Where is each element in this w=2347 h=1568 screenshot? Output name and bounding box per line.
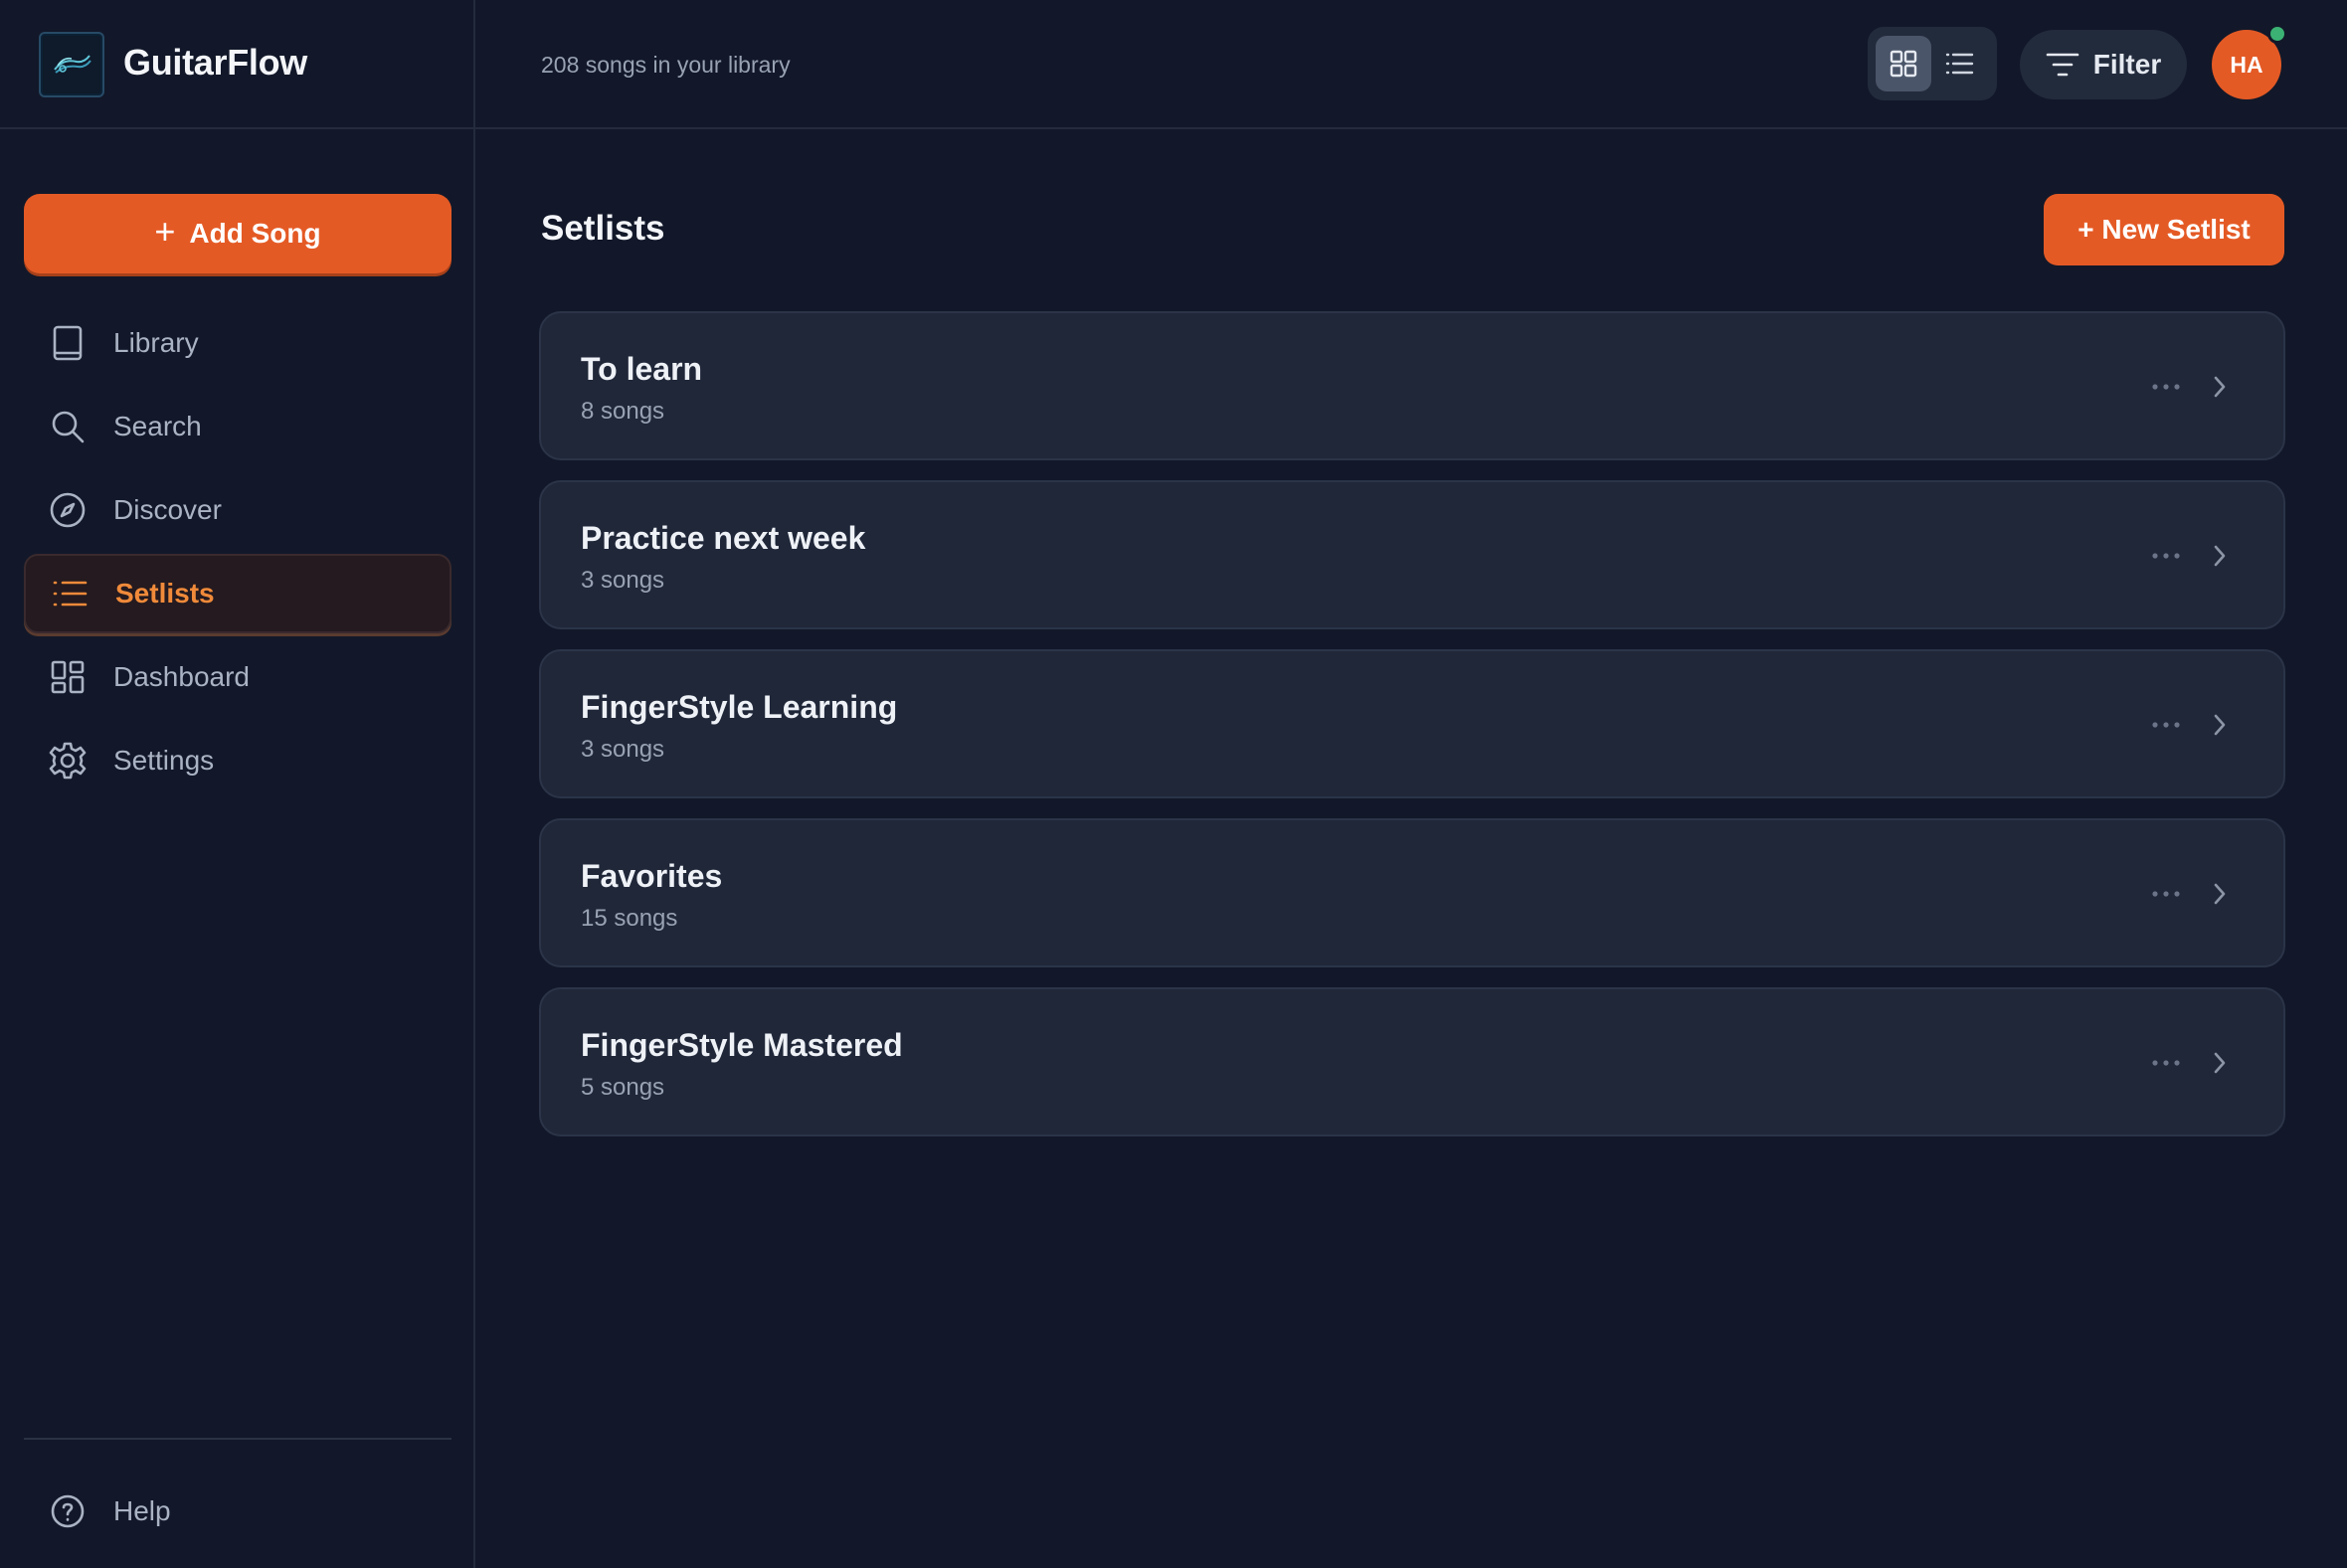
setlist-name: Practice next week: [581, 520, 866, 556]
chevron-right-icon[interactable]: [2202, 1045, 2238, 1081]
list-icon: [50, 574, 90, 613]
gear-icon: [48, 741, 88, 781]
book-icon: [48, 323, 88, 363]
sidebar-item-label: Dashboard: [113, 661, 250, 692]
setlist-name: FingerStyle Learning: [581, 689, 898, 725]
more-options-icon[interactable]: [2146, 880, 2186, 908]
setlist-name: FingerStyle Mastered: [581, 1027, 903, 1063]
setlist-song-count: 3 songs: [581, 567, 665, 594]
main-content: Setlists + New Setlist To learn 8 songs …: [475, 131, 2347, 1568]
sidebar-item-label: Search: [113, 411, 202, 441]
add-song-label: Add Song: [189, 218, 321, 249]
page-title: Setlists: [541, 209, 665, 248]
sidebar-item-label: Library: [113, 327, 199, 358]
sidebar-item-search[interactable]: Search: [24, 387, 451, 466]
help-label: Help: [113, 1495, 171, 1526]
compass-icon: [48, 490, 88, 530]
sidebar-item-label: Settings: [113, 745, 215, 776]
app-logo[interactable]: [39, 32, 104, 97]
more-options-icon[interactable]: [2146, 373, 2186, 401]
plus-icon: +: [154, 211, 176, 252]
filter-button[interactable]: Filter: [2020, 30, 2187, 99]
app-root: GuitarFlow + Add Song Library Search Dis…: [0, 0, 2347, 1568]
list-view-button[interactable]: [1931, 36, 1987, 91]
library-count: 208 songs in your library: [541, 52, 791, 78]
sidebar-item-library[interactable]: Library: [24, 303, 451, 383]
setlist-song-count: 3 songs: [581, 736, 665, 763]
setlist-song-count: 15 songs: [581, 905, 678, 932]
new-setlist-button[interactable]: + New Setlist: [2044, 194, 2284, 265]
setlist-song-count: 8 songs: [581, 398, 665, 425]
dashboard-icon: [48, 657, 88, 697]
sidebar-item-label: Discover: [113, 494, 222, 525]
more-options-icon[interactable]: [2146, 1049, 2186, 1077]
app-name: GuitarFlow: [123, 42, 307, 83]
setlist-song-count: 5 songs: [581, 1074, 665, 1101]
sidebar-item-label: Setlists: [115, 578, 215, 609]
sidebar: GuitarFlow + Add Song Library Search Dis…: [0, 0, 475, 1568]
sidebar-nav: Library Search Discover Setlists Dashboa…: [24, 303, 451, 804]
more-options-icon[interactable]: [2146, 711, 2186, 739]
online-status-dot: [2267, 24, 2287, 44]
setlist-name: To learn: [581, 351, 703, 387]
more-options-icon[interactable]: [2146, 542, 2186, 570]
setlist-name: Favorites: [581, 858, 723, 894]
chevron-right-icon[interactable]: [2202, 876, 2238, 912]
list-icon: [1945, 53, 1974, 75]
sidebar-item-settings[interactable]: Settings: [24, 721, 451, 800]
setlist-card[interactable]: FingerStyle Learning 3 songs: [539, 649, 2285, 798]
view-toggle: [1868, 27, 1997, 100]
sidebar-item-setlists[interactable]: Setlists: [24, 554, 451, 633]
filter-icon: [2046, 53, 2079, 77]
sidebar-divider: [24, 1438, 451, 1440]
sidebar-item-discover[interactable]: Discover: [24, 470, 451, 550]
add-song-button[interactable]: + Add Song: [24, 194, 451, 273]
setlist-card[interactable]: To learn 8 songs: [539, 311, 2285, 460]
help-link[interactable]: Help: [48, 1491, 171, 1531]
search-icon: [48, 407, 88, 446]
setlist-list: To learn 8 songs Practice next week 3 so…: [539, 311, 2285, 1156]
setlist-card[interactable]: Practice next week 3 songs: [539, 480, 2285, 629]
setlist-card[interactable]: FingerStyle Mastered 5 songs: [539, 987, 2285, 1136]
setlist-card[interactable]: Favorites 15 songs: [539, 818, 2285, 967]
chevron-right-icon[interactable]: [2202, 369, 2238, 405]
chevron-right-icon[interactable]: [2202, 538, 2238, 574]
guitar-logo-icon: [54, 55, 91, 74]
chevron-right-icon[interactable]: [2202, 707, 2238, 743]
filter-label: Filter: [2092, 49, 2162, 80]
top-bar: 208 songs in your library Filter HA: [475, 0, 2347, 129]
grid-icon: [1890, 50, 1917, 78]
sidebar-item-dashboard[interactable]: Dashboard: [24, 637, 451, 717]
help-icon: [48, 1491, 88, 1531]
grid-view-button[interactable]: [1876, 36, 1931, 91]
brand: GuitarFlow: [0, 0, 473, 129]
